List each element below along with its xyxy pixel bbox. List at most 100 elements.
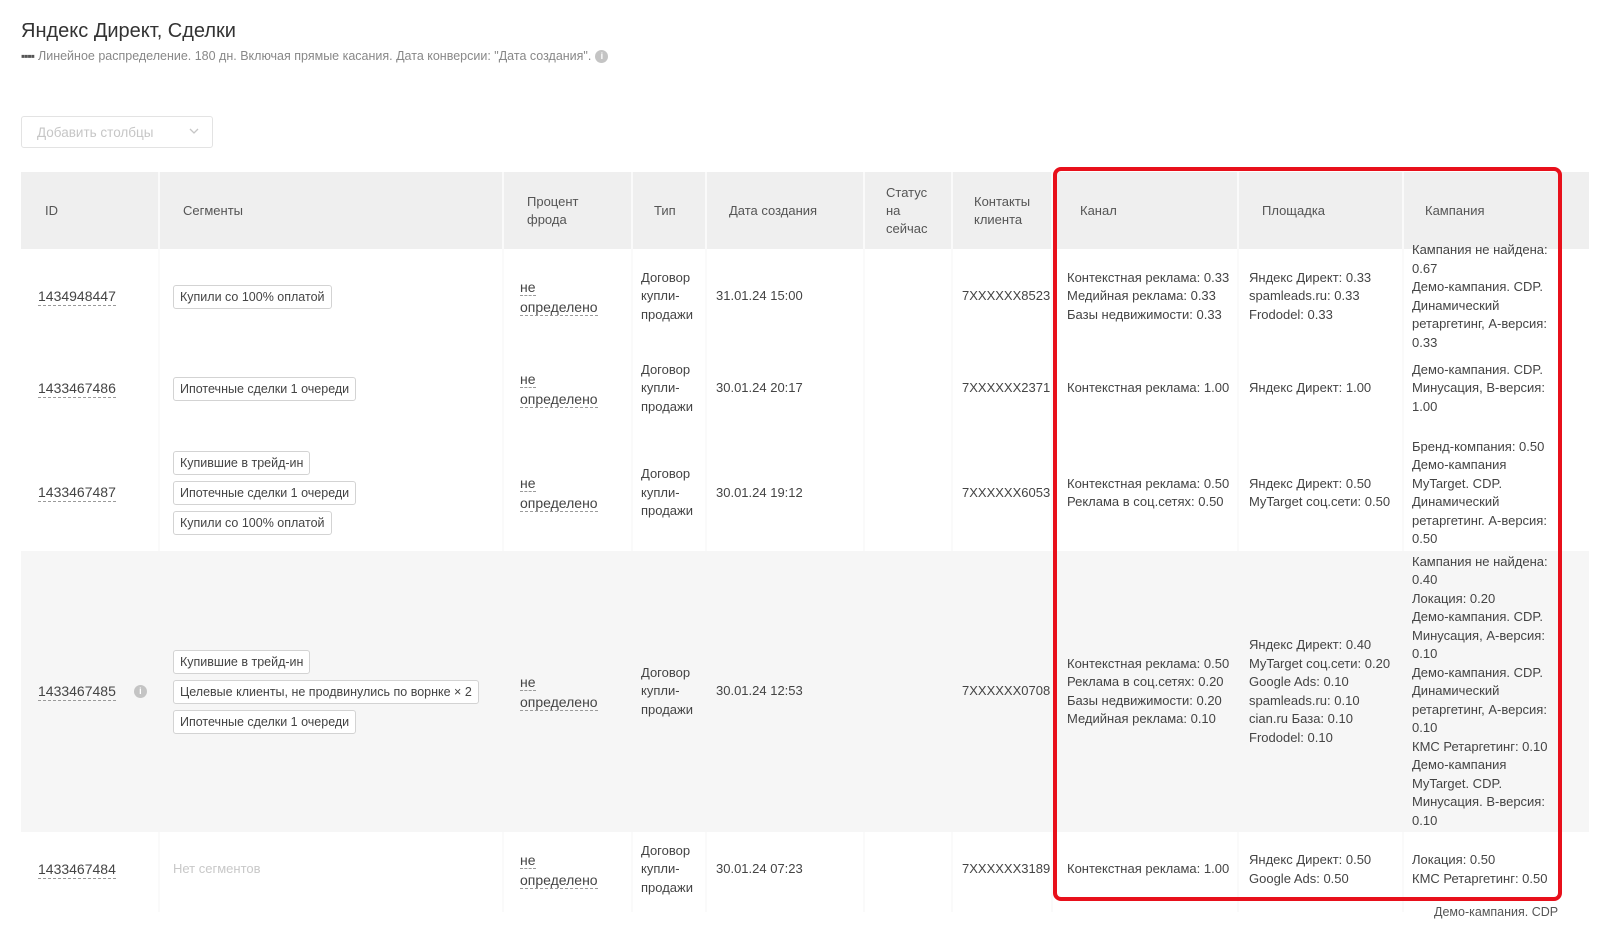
column-header-contacts[interactable]: Контакты клиента bbox=[974, 172, 1044, 249]
cell-fraud: не определено bbox=[520, 342, 610, 435]
created-date: 30.01.24 20:17 bbox=[716, 380, 803, 396]
channel-entry: Базы недвижимости: 0.20 bbox=[1067, 692, 1222, 708]
deal-type: Договор купли-продажи bbox=[641, 269, 693, 322]
platform-entry: Frododel: 0.33 bbox=[1249, 306, 1333, 322]
cell-channel: Контекстная реклама: 1.00 bbox=[1067, 832, 1242, 907]
column-header-status[interactable]: Статус на сейчас bbox=[886, 172, 936, 249]
channel-entry: Контекстная реклама: 0.50 bbox=[1067, 655, 1230, 671]
created-date: 31.01.24 15:00 bbox=[716, 288, 803, 304]
column-header-id[interactable]: ID bbox=[45, 172, 145, 249]
cell-created: 30.01.24 20:17 bbox=[716, 342, 803, 435]
cell-id: 1434948447 bbox=[38, 251, 116, 342]
fraud-value[interactable]: не определено bbox=[520, 277, 610, 317]
fraud-value-text: не определено bbox=[520, 673, 598, 711]
cell-segments: Купившие в трейд-ин Ипотечные сделки 1 оч… bbox=[173, 435, 357, 551]
column-header-segments[interactable]: Сегменты bbox=[183, 172, 483, 249]
segment-tags: Купившие в трейд-ин Ипотечные сделки 1 оч… bbox=[173, 451, 357, 535]
no-segments-label: Нет сегментов bbox=[173, 861, 261, 877]
campaign-list: Демо-кампания. CDP. Минусация, В-версия:… bbox=[1412, 361, 1560, 417]
segment-tag[interactable]: Целевые клиенты, не продвинулись по ворн… bbox=[173, 679, 479, 704]
client-contact: 7XXXXXX0708 bbox=[962, 683, 1051, 699]
cutoff-text: Демо-кампания. CDP bbox=[1434, 905, 1559, 919]
client-contact: 7XXXXXX8523 bbox=[962, 288, 1051, 304]
segment-tag[interactable]: Купили со 100% оплатой bbox=[173, 511, 332, 535]
cell-created: 30.01.24 12:53 bbox=[716, 551, 803, 832]
fraud-value[interactable]: не определено bbox=[520, 473, 610, 513]
cell-channel: Контекстная реклама: 0.50 Реклама в соц.с… bbox=[1067, 551, 1242, 832]
info-icon[interactable]: i bbox=[133, 685, 147, 698]
segment-tags: Ипотечные сделки 1 очереди bbox=[173, 376, 357, 401]
deal-id-link[interactable]: 1433467485 bbox=[38, 683, 116, 701]
campaign-list: Бренд-компания: 0.50 Демо-кампания MyTarg… bbox=[1412, 438, 1560, 549]
cell-id: 1433467485 i bbox=[38, 551, 147, 832]
campaign-list: Локация: 0.50 КМС Ретаргетинг: 0.50 bbox=[1412, 851, 1547, 888]
cell-contact: 7XXXXXX8523 bbox=[962, 251, 1050, 342]
platform-entry: spamleads.ru: 0.10 bbox=[1249, 692, 1360, 708]
fraud-value[interactable]: не определено bbox=[520, 369, 610, 409]
table-row: 1433467487 Купившие в трейд-ин Ипотечные с… bbox=[21, 435, 1589, 551]
platform-entry: Яндекс Директ: 0.50 bbox=[1249, 852, 1372, 867]
deal-type: Договор купли-продажи bbox=[641, 466, 693, 519]
cell-segments: Нет сегментов bbox=[173, 832, 261, 907]
platform-entry: Frododel: 0.10 bbox=[1249, 729, 1333, 745]
cell-fraud: не определено bbox=[520, 551, 610, 832]
column-header-platform[interactable]: Площадка bbox=[1262, 172, 1412, 249]
cell-channel: Контекстная реклама: 1.00 bbox=[1067, 342, 1242, 435]
channel-entry: Контекстная реклама: 1.00 bbox=[1067, 380, 1230, 396]
column-header-fraud[interactable]: Процент фрода bbox=[527, 172, 597, 249]
table-row: 1433467486 Ипотечные сделки 1 очереди не о… bbox=[21, 342, 1589, 435]
campaign-list: Кампания не найдена: 0.67 Демо-кампания. … bbox=[1412, 241, 1560, 352]
fraud-value[interactable]: не определено bbox=[520, 850, 610, 890]
segment-tag[interactable]: Ипотечные сделки 1 очереди bbox=[173, 709, 357, 734]
cell-campaign: Бренд-компания: 0.50 Демо-кампания MyTarg… bbox=[1412, 435, 1560, 551]
campaign-entry: КМС Ретаргетинг: 0.50 bbox=[1412, 870, 1548, 886]
segment-tag[interactable]: Купили со 100% оплатой bbox=[173, 284, 332, 309]
deal-id-link[interactable]: 1433467486 bbox=[38, 380, 116, 398]
deal-id-link[interactable]: 1433467484 bbox=[38, 861, 116, 879]
cell-segments: Купили со 100% оплатой bbox=[173, 251, 332, 342]
segment-tag[interactable]: Купившие в трейд-ин bbox=[173, 451, 311, 475]
fraud-value[interactable]: не определено bbox=[520, 672, 610, 712]
info-icon[interactable]: i bbox=[595, 49, 609, 63]
cell-campaign: Кампания не найдена: 0.40 Локация: 0.20 Де… bbox=[1412, 551, 1560, 832]
segment-tag[interactable]: Ипотечные сделки 1 очереди bbox=[173, 376, 357, 401]
channel-list: Контекстная реклама: 1.00 bbox=[1067, 860, 1229, 879]
segment-tags: Купили со 100% оплатой bbox=[173, 284, 332, 309]
channel-list: Контекстная реклама: 0.50 Реклама в соц.с… bbox=[1067, 475, 1229, 512]
cell-type: Договор купли-продажи bbox=[641, 551, 699, 832]
campaign-entry: Демо-кампания MyTarget. CDP. Минусация. … bbox=[1412, 757, 1545, 828]
cell-id: 1433467486 bbox=[38, 342, 116, 435]
channel-list: Контекстная реклама: 0.33 Медийная реклам… bbox=[1067, 269, 1229, 325]
add-columns-placeholder: Добавить столбцы bbox=[37, 124, 154, 140]
column-header-type[interactable]: Тип bbox=[654, 172, 704, 249]
campaign-entry: Демо-кампания. CDP. Минусация, А-версия:… bbox=[1412, 609, 1545, 662]
platform-list: Яндекс Директ: 1.00 bbox=[1249, 379, 1371, 398]
segment-tags: Купившие в трейд-ин Целевые клиенты, не п… bbox=[173, 649, 479, 734]
cell-type: Договор купли-продажи bbox=[641, 832, 699, 907]
column-header-campaign[interactable]: Кампания bbox=[1425, 172, 1575, 249]
platform-list: Яндекс Директ: 0.50 Google Ads: 0.50 bbox=[1249, 851, 1371, 888]
campaign-list: Кампания не найдена: 0.40 Локация: 0.20 Де… bbox=[1412, 553, 1560, 831]
table-row: 1434948447 Купили со 100% оплатой не опред… bbox=[21, 242, 1589, 350]
add-columns-select[interactable]: Добавить столбцы bbox=[21, 116, 213, 148]
channel-entry: Контекстная реклама: 1.00 bbox=[1067, 861, 1230, 877]
cell-contact: 7XXXXXX3189 bbox=[962, 832, 1050, 907]
platform-entry: Google Ads: 0.50 bbox=[1249, 870, 1349, 886]
column-header-channel[interactable]: Канал bbox=[1080, 172, 1230, 249]
column-header-created[interactable]: Дата создания bbox=[729, 172, 869, 249]
chevron-down-icon bbox=[189, 128, 199, 134]
cell-id: 1433467487 bbox=[38, 435, 116, 551]
deal-type: Договор купли-продажи bbox=[641, 361, 693, 414]
deal-id-link[interactable]: 1434948447 bbox=[38, 288, 116, 306]
cell-type: Договор купли-продажи bbox=[641, 251, 699, 342]
platform-entry: MyTarget соц.сети: 0.50 bbox=[1249, 494, 1391, 509]
deal-id-link[interactable]: 1433467487 bbox=[38, 484, 116, 502]
segment-tag[interactable]: Купившие в трейд-ин bbox=[173, 649, 311, 674]
cell-created: 30.01.24 07:23 bbox=[716, 832, 803, 907]
report-settings-text: Линейное распределение. 180 дн. Включая … bbox=[38, 49, 592, 63]
channel-entry: Медийная реклама: 0.10 bbox=[1067, 711, 1216, 726]
channel-entry: Медийная реклама: 0.33 bbox=[1067, 288, 1216, 304]
segment-tag[interactable]: Ипотечные сделки 1 очереди bbox=[173, 481, 357, 505]
client-contact: 7XXXXXX2371 bbox=[962, 380, 1051, 396]
channel-entry: Реклама в соц.сетях: 0.20 bbox=[1067, 674, 1224, 689]
